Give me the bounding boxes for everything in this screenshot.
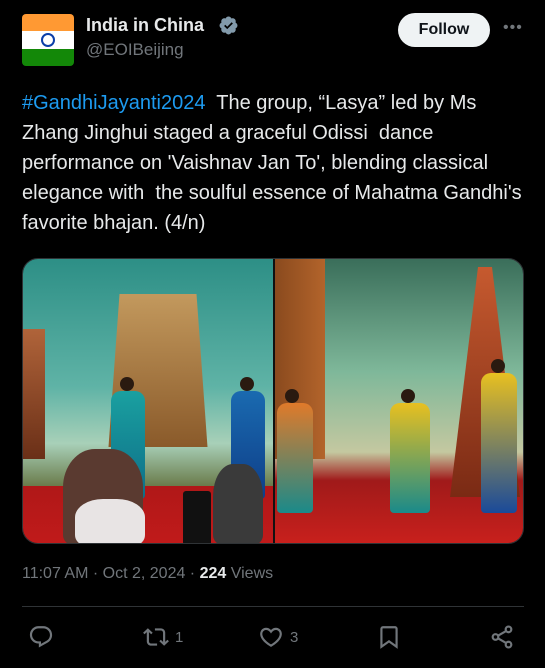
flag-green-band [22, 48, 74, 66]
audience-member [213, 464, 263, 543]
more-options-icon[interactable]: ••• [503, 19, 523, 37]
share-button[interactable] [489, 624, 515, 650]
follow-button[interactable]: Follow [398, 13, 490, 47]
avatar[interactable] [22, 14, 74, 66]
tweet-date[interactable]: Oct 2, 2024 [103, 565, 186, 582]
views-count: 224 [199, 565, 227, 582]
hashtag-link[interactable]: #GandhiJayanti2024 [22, 92, 205, 114]
divider [22, 606, 524, 607]
like-icon [260, 627, 282, 647]
ashoka-chakra-icon [41, 33, 55, 47]
reply-icon [29, 626, 53, 648]
dance-performance-photo-2[interactable] [275, 259, 523, 543]
dancer-head [240, 377, 254, 391]
dancer [481, 373, 517, 513]
display-name[interactable]: India in China [86, 15, 204, 36]
repost-count: 1 [175, 628, 184, 646]
dancer-head [120, 377, 134, 391]
reply-button[interactable] [28, 624, 60, 650]
views-label: Views [226, 565, 274, 582]
bookmark-icon [380, 626, 398, 649]
dancer [277, 403, 313, 513]
dancer [390, 403, 430, 513]
media-grid [22, 258, 524, 544]
share-icon [491, 625, 513, 649]
temple-backdrop [23, 329, 45, 459]
like-count: 3 [290, 628, 299, 646]
user-handle[interactable]: @EOIBeijing [86, 40, 184, 60]
dancer-head [401, 389, 415, 403]
action-bar: 1 3 [0, 618, 545, 658]
verified-badge-icon [219, 16, 238, 35]
dancer-head [491, 359, 505, 373]
audience-member [75, 499, 145, 543]
tweet-meta: 11:07 AM · Oct 2, 2024 · 224 Views [22, 565, 273, 583]
tweet-text: #GandhiJayanti2024 The group, “Lasya” le… [22, 88, 527, 238]
bookmark-button[interactable] [376, 624, 408, 650]
meta-separator: · [88, 565, 103, 582]
camera-tripod [183, 491, 211, 543]
tweet-time[interactable]: 11:07 AM [22, 565, 88, 582]
repost-icon [143, 628, 169, 646]
like-button[interactable]: 3 [258, 624, 298, 650]
flag-saffron-band [22, 14, 74, 32]
meta-separator: · [185, 565, 200, 582]
dancer-head [285, 389, 299, 403]
repost-button[interactable]: 1 [143, 624, 183, 650]
dance-performance-photo-1[interactable] [23, 259, 273, 543]
